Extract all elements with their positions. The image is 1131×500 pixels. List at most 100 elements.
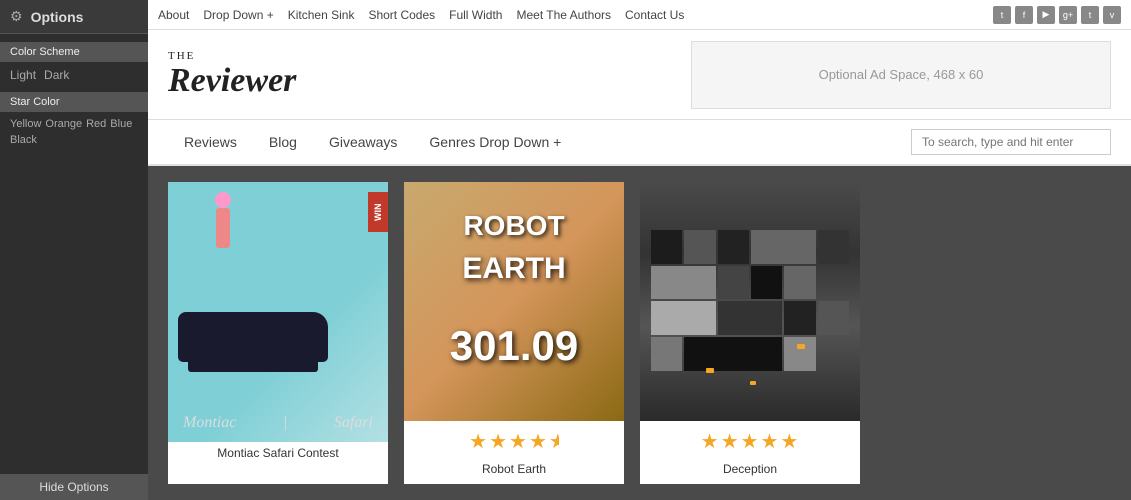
logo: THE Reviewer <box>168 51 296 98</box>
taxi-2 <box>797 344 805 349</box>
nav-meet-authors[interactable]: Meet The Authors <box>516 8 611 22</box>
scheme-options: Light Dark <box>0 62 148 88</box>
main-content: About Drop Down + Kitchen Sink Short Cod… <box>148 0 1131 500</box>
star-2: ★ <box>721 429 740 454</box>
star-half: ★ <box>549 429 559 454</box>
social-vimeo-icon[interactable]: v <box>1103 6 1121 24</box>
logo-reviewer: Reviewer <box>168 62 296 99</box>
cover-text-montiac: Montiac <box>183 414 236 432</box>
building-block <box>651 266 716 300</box>
cover-text-safari: Safari <box>334 414 373 432</box>
star-color-label: Star Color <box>0 92 148 112</box>
scheme-light[interactable]: Light <box>10 68 36 82</box>
star-yellow[interactable]: Yellow <box>10 118 41 130</box>
building-block <box>784 301 815 335</box>
options-header: ⚙ Options <box>0 0 148 34</box>
nav-kitchen-sink[interactable]: Kitchen Sink <box>288 8 355 22</box>
cover-divider: | <box>283 414 287 432</box>
social-tumblr-icon[interactable]: t <box>1081 6 1099 24</box>
star-4: ★ <box>529 429 548 454</box>
social-youtube-icon[interactable]: ▶ <box>1037 6 1055 24</box>
taxi-1 <box>706 368 714 373</box>
cover2-earth: EARTH <box>404 252 624 286</box>
header: THE Reviewer Optional Ad Space, 468 x 60 <box>148 30 1131 120</box>
win-badge: WIN <box>368 192 388 232</box>
cover2-robot: ROBOT <box>404 212 624 240</box>
book-card-3: ★ ★ ★ ★ ★ Deception <box>640 182 860 484</box>
nav-short-codes[interactable]: Short Codes <box>368 8 435 22</box>
building-block <box>751 266 782 300</box>
cover-car <box>178 312 328 362</box>
nav-dropdown[interactable]: Drop Down + <box>203 8 273 22</box>
star-blue[interactable]: Blue <box>110 118 132 130</box>
building-block <box>818 230 849 264</box>
star-color-options: Yellow Orange Red Blue Black <box>0 112 148 152</box>
content-area: WIN Montiac | Safari Montiac Safari Cont… <box>148 166 1131 500</box>
star-2: ★ <box>489 429 508 454</box>
gear-icon: ⚙ <box>10 8 23 25</box>
building-block <box>684 337 782 371</box>
building-block <box>651 230 682 264</box>
social-icons: t f ▶ g+ t v <box>993 6 1121 24</box>
star-3: ★ <box>509 429 528 454</box>
book-title-3: Deception <box>715 458 785 484</box>
scheme-dark[interactable]: Dark <box>44 68 69 82</box>
figure-body <box>216 208 230 248</box>
top-nav: About Drop Down + Kitchen Sink Short Cod… <box>148 0 1131 30</box>
social-twitter-icon[interactable]: t <box>993 6 1011 24</box>
sidebar: ⚙ Options Color Scheme Light Dark Star C… <box>0 0 148 500</box>
top-nav-links: About Drop Down + Kitchen Sink Short Cod… <box>158 8 684 22</box>
star-1: ★ <box>469 429 488 454</box>
building-block <box>718 301 783 335</box>
cover-bottom-text: Montiac | Safari <box>183 414 373 432</box>
book-cover-3 <box>640 182 860 421</box>
hide-options-button[interactable]: Hide Options <box>0 474 148 500</box>
star-1: ★ <box>701 429 720 454</box>
star-red[interactable]: Red <box>86 118 106 130</box>
social-google-icon[interactable]: g+ <box>1059 6 1077 24</box>
book-card-1: WIN Montiac | Safari Montiac Safari Cont… <box>168 182 388 484</box>
social-facebook-icon[interactable]: f <box>1015 6 1033 24</box>
building-block <box>651 337 682 371</box>
figure-head <box>215 192 231 208</box>
ad-space: Optional Ad Space, 468 x 60 <box>691 41 1111 109</box>
nav2-links: Reviews Blog Giveaways Genres Drop Down … <box>168 120 577 164</box>
building-block <box>684 230 715 264</box>
nav2-blog[interactable]: Blog <box>253 121 313 165</box>
color-scheme-label: Color Scheme <box>0 42 148 62</box>
book-title-2: Robot Earth <box>474 458 554 484</box>
nav-about[interactable]: About <box>158 8 189 22</box>
options-title: Options <box>31 9 84 25</box>
nav-contact-us[interactable]: Contact Us <box>625 8 684 22</box>
nav2-reviews[interactable]: Reviews <box>168 121 253 165</box>
star-4: ★ <box>760 429 779 454</box>
star-orange[interactable]: Orange <box>45 118 82 130</box>
star-black[interactable]: Black <box>10 134 37 146</box>
book-card-2: ROBOT EARTH 301.09 ★ ★ ★ ★ ★ Robot Earth <box>404 182 624 484</box>
nav-full-width[interactable]: Full Width <box>449 8 502 22</box>
building-block <box>718 230 749 264</box>
building-block <box>818 301 849 335</box>
building-block <box>784 266 815 300</box>
stars-row-2: ★ ★ ★ ★ ★ <box>469 421 559 458</box>
search-input[interactable] <box>911 129 1111 155</box>
taxi-3 <box>750 381 756 385</box>
book-title-1: Montiac Safari Contest <box>209 442 346 468</box>
nav2-genres[interactable]: Genres Drop Down + <box>413 121 577 165</box>
building-block <box>651 301 716 335</box>
city-grid <box>651 230 849 373</box>
star-5: ★ <box>780 429 799 454</box>
book-cover-2: ROBOT EARTH 301.09 <box>404 182 624 421</box>
logo-the: THE <box>168 51 296 62</box>
nav2-giveaways[interactable]: Giveaways <box>313 121 413 165</box>
cover2-number: 301.09 <box>404 322 624 370</box>
building-block <box>718 266 749 300</box>
secondary-nav: Reviews Blog Giveaways Genres Drop Down … <box>148 120 1131 166</box>
building-block <box>751 230 816 264</box>
cover-figure <box>208 192 238 272</box>
ad-space-text: Optional Ad Space, 468 x 60 <box>819 67 984 82</box>
building-block <box>784 337 815 371</box>
book-cover-1: WIN Montiac | Safari <box>168 182 388 442</box>
stars-row-3: ★ ★ ★ ★ ★ <box>701 421 800 458</box>
star-3: ★ <box>741 429 760 454</box>
